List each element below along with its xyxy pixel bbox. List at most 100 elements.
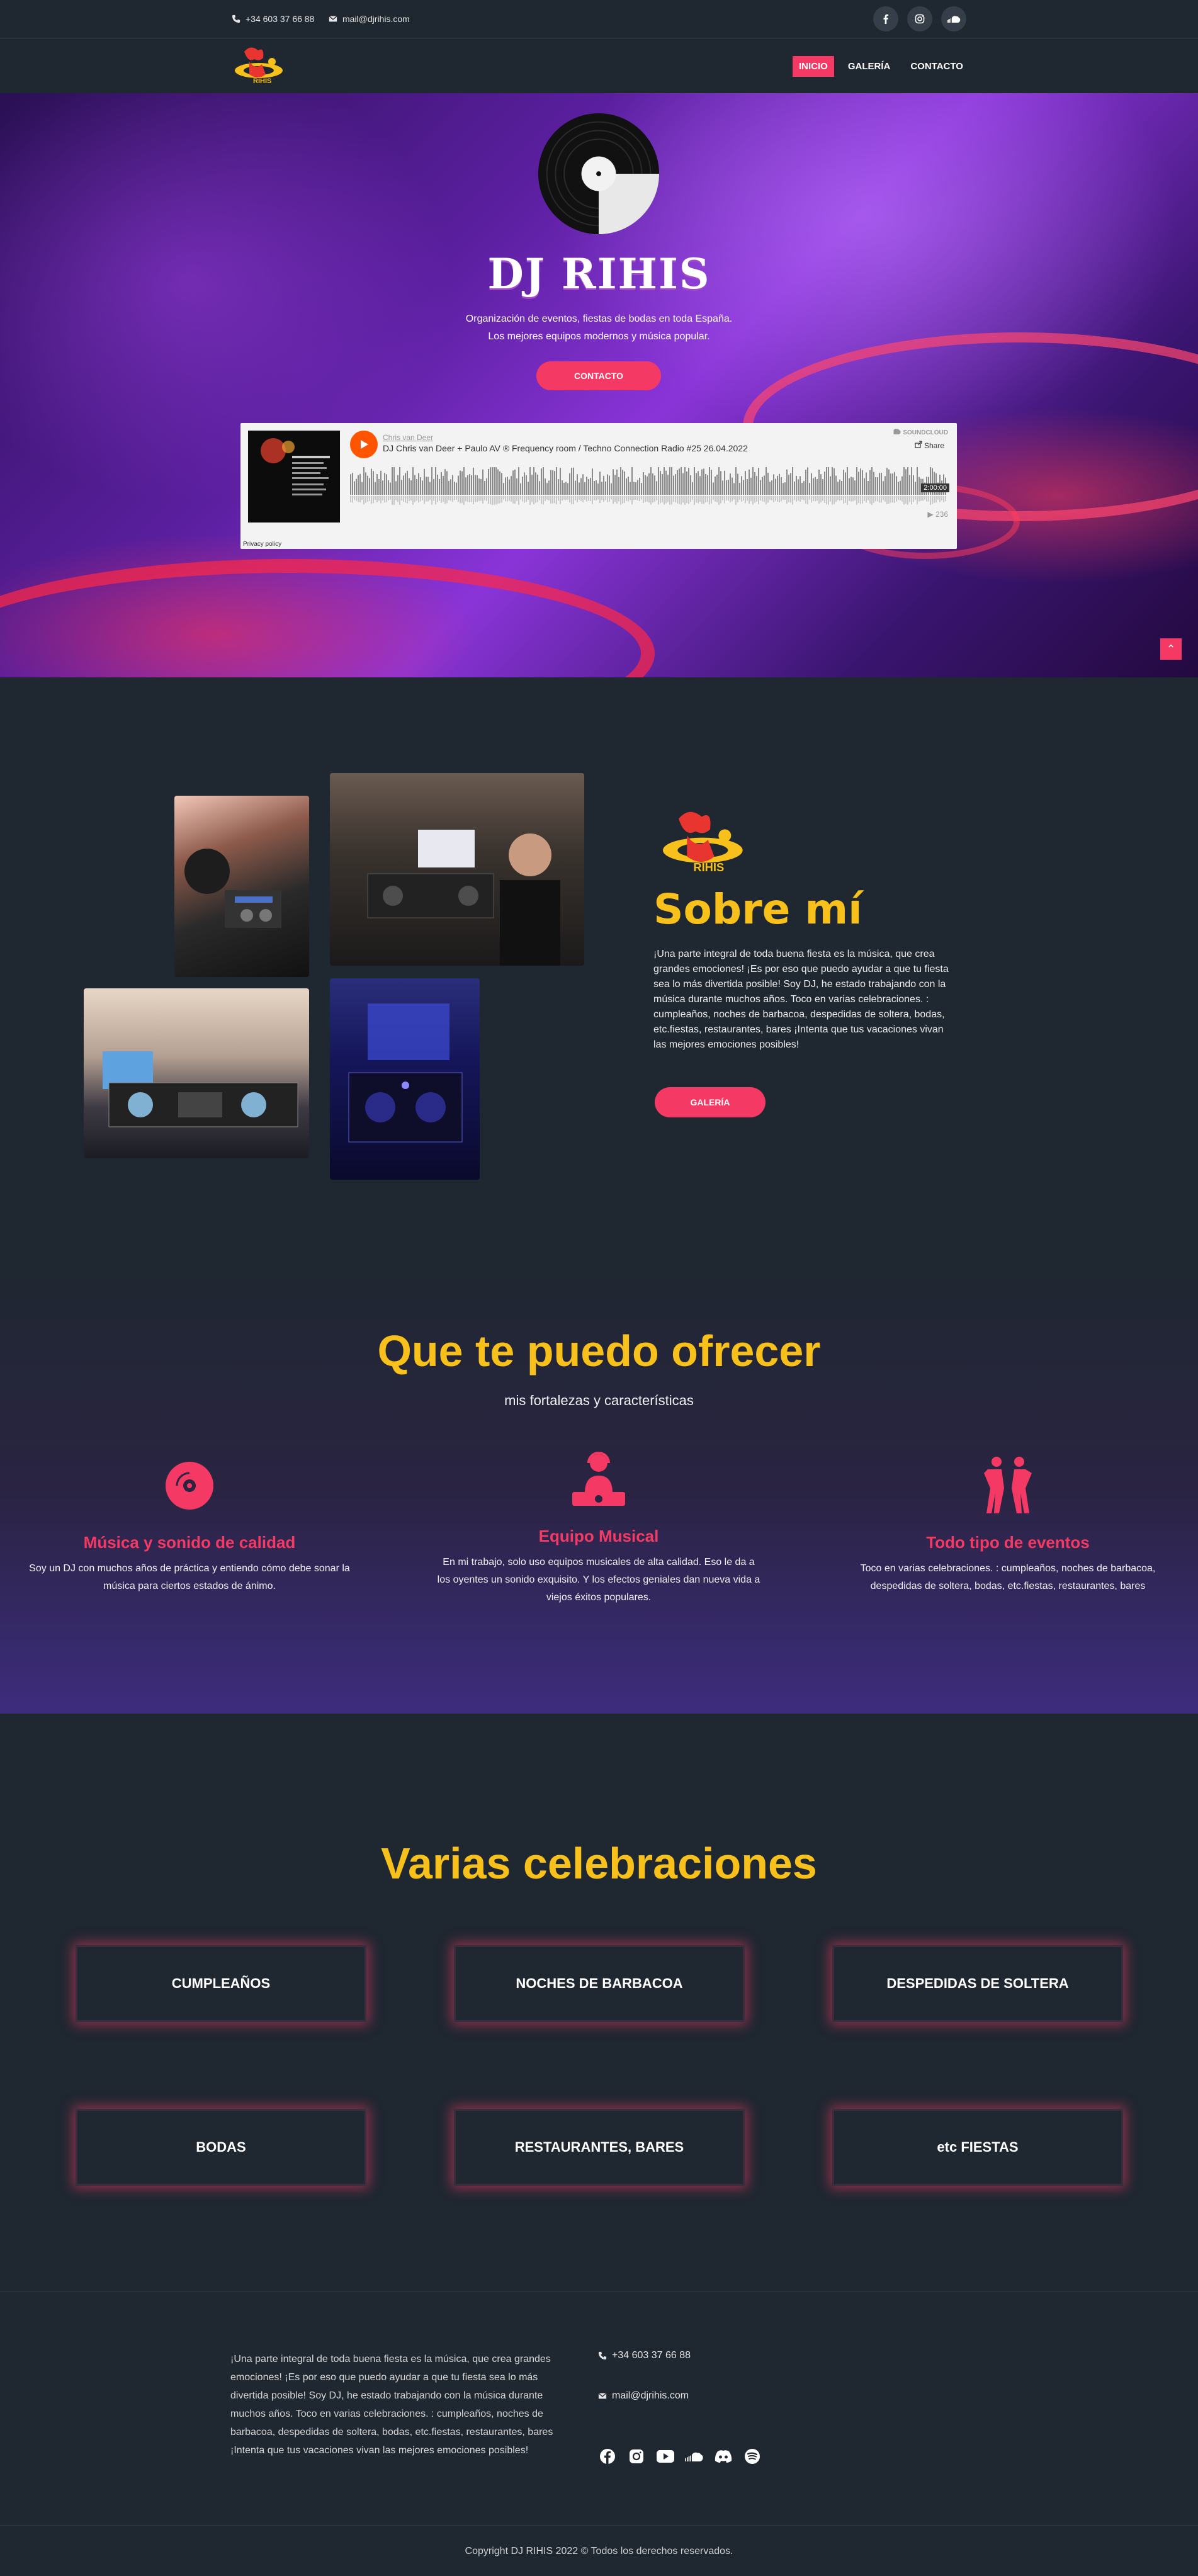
nav-contacto[interactable]: CONTACTO xyxy=(904,56,969,77)
waveform-bar xyxy=(505,477,506,495)
celebration-card[interactable]: NOCHES DE BARBACOA xyxy=(454,1945,745,2022)
waveform-reflection-bar xyxy=(783,496,784,500)
service-quality-sound: Música y sonido de calidad Soy un DJ con… xyxy=(26,1454,353,1595)
waveform-bar xyxy=(365,472,366,495)
play-button[interactable] xyxy=(350,431,378,458)
waveform-bar xyxy=(622,470,623,495)
soundcloud-icon[interactable] xyxy=(685,2447,704,2466)
nav-inicio[interactable]: INICIO xyxy=(793,56,834,77)
waveform-reflection-bar xyxy=(934,496,935,503)
waveform-reflection-bar xyxy=(548,496,550,500)
waveform-bar xyxy=(467,475,468,495)
waveform-bar xyxy=(435,467,436,495)
waveform-reflection-bar xyxy=(533,496,534,505)
waveform-bar xyxy=(618,477,619,495)
waveform-bar xyxy=(392,467,393,495)
footer-phone[interactable]: +34 603 37 66 88 xyxy=(598,2350,691,2361)
waveform-reflection-bar xyxy=(669,496,670,505)
about-section: RIHIS Sobre mí ¡Una parte integral de to… xyxy=(0,677,1198,1273)
waveform-bar xyxy=(894,472,895,495)
nav-galeria[interactable]: GALERÍA xyxy=(842,56,897,77)
waveform-bar xyxy=(630,482,631,495)
waveform-bar xyxy=(609,475,610,495)
waveform-reflection-bar xyxy=(839,496,840,501)
waveform-reflection-bar xyxy=(486,496,487,501)
top-phone[interactable]: +34 603 37 66 88 xyxy=(232,14,314,24)
share-button[interactable]: Share xyxy=(915,441,944,450)
waveform-bar xyxy=(641,483,642,495)
waveform-reflection-bar xyxy=(671,496,672,505)
waveform-bar xyxy=(601,482,602,495)
waveform-reflection-bar xyxy=(424,496,425,504)
celebration-card[interactable]: BODAS xyxy=(76,2109,366,2186)
waveform-bar xyxy=(495,467,497,495)
soundcloud-player[interactable]: Chris van Deer DJ Chris van Deer + Paulo… xyxy=(240,423,957,549)
scroll-to-top-button[interactable]: ⌃ xyxy=(1160,638,1182,660)
waveform-reflection-bar xyxy=(492,496,493,505)
waveform-reflection-bar xyxy=(352,496,353,503)
waveform-bar xyxy=(862,470,863,495)
instagram-icon[interactable] xyxy=(627,2447,646,2466)
waveform[interactable] xyxy=(350,467,948,505)
waveform-reflection-bar xyxy=(781,496,782,502)
copyright-bar: Copyright DJ RIHIS 2022 © Todos los dere… xyxy=(0,2525,1198,2576)
discord-icon[interactable] xyxy=(714,2447,733,2466)
waveform-reflection-bar xyxy=(807,496,808,505)
instagram-icon[interactable] xyxy=(907,6,932,31)
facebook-icon[interactable] xyxy=(873,6,898,31)
hero-contact-button[interactable]: CONTACTO xyxy=(536,361,661,390)
waveform-bar xyxy=(826,467,827,495)
track-user-link[interactable]: Chris van Deer xyxy=(383,433,433,442)
waveform-reflection-bar xyxy=(726,496,727,500)
celebration-card[interactable]: DESPEDIDAS DE SOLTERA xyxy=(832,1945,1123,2022)
privacy-policy-link[interactable]: Privacy policy xyxy=(243,541,281,548)
waveform-bar xyxy=(786,469,788,495)
waveform-bar xyxy=(711,470,712,495)
gallery-photo-2[interactable] xyxy=(330,773,584,966)
waveform-bar xyxy=(624,471,625,495)
waveform-bar xyxy=(741,476,742,495)
waveform-reflection-bar xyxy=(917,496,918,505)
waveform-reflection-bar xyxy=(871,496,873,505)
waveform-bar xyxy=(439,478,440,495)
waveform-reflection-bar xyxy=(698,496,699,504)
waveform-reflection-bar xyxy=(480,496,482,501)
waveform-reflection-bar xyxy=(420,496,421,502)
soundcloud-icon[interactable] xyxy=(941,6,966,31)
gallery-photo-1[interactable] xyxy=(174,796,309,977)
waveform-reflection-bar xyxy=(603,496,604,502)
waveform-reflection-bar xyxy=(832,496,833,505)
soundcloud-brand[interactable]: SOUNDCLOUD xyxy=(889,428,948,436)
footer-email[interactable]: mail@djrihis.com xyxy=(598,2390,689,2402)
waveform-reflection-bar xyxy=(926,496,927,502)
facebook-icon[interactable] xyxy=(598,2447,617,2466)
waveform-bar xyxy=(682,473,684,495)
waveform-reflection-bar xyxy=(461,496,463,504)
waveform-reflection-bar xyxy=(503,496,504,500)
waveform-bar xyxy=(401,480,402,495)
waveform-bar xyxy=(798,479,799,495)
waveform-bar xyxy=(639,477,640,495)
waveform-bar xyxy=(783,483,784,495)
celebration-card[interactable]: CUMPLEAÑOS xyxy=(76,1945,366,2022)
waveform-bar xyxy=(614,475,616,495)
waveform-bar xyxy=(509,479,510,495)
top-email[interactable]: mail@djrihis.com xyxy=(329,14,410,24)
gallery-photo-3[interactable] xyxy=(84,988,309,1158)
waveform-reflection-bar xyxy=(860,496,861,504)
top-bar: +34 603 37 66 88 mail@djrihis.com xyxy=(0,0,1198,39)
spotify-icon[interactable] xyxy=(743,2447,762,2466)
dj-rihis-logo[interactable]: RIHIS xyxy=(230,45,285,87)
celebration-card[interactable]: RESTAURANTES, BARES xyxy=(454,2109,745,2186)
waveform-bar xyxy=(363,467,364,495)
gallery-photo-4[interactable] xyxy=(330,978,480,1180)
waveform-bar xyxy=(412,467,414,495)
youtube-icon[interactable] xyxy=(656,2447,675,2466)
waveform-bar xyxy=(633,482,635,495)
waveform-reflection-bar xyxy=(397,496,398,502)
celebration-card[interactable]: etc FIESTAS xyxy=(832,2109,1123,2186)
waveform-reflection-bar xyxy=(484,496,485,500)
gallery-button[interactable]: GALERÍA xyxy=(655,1087,766,1117)
waveform-reflection-bar xyxy=(607,496,608,502)
track-title[interactable]: DJ Chris van Deer + Paulo AV ® Frequency… xyxy=(383,443,748,453)
